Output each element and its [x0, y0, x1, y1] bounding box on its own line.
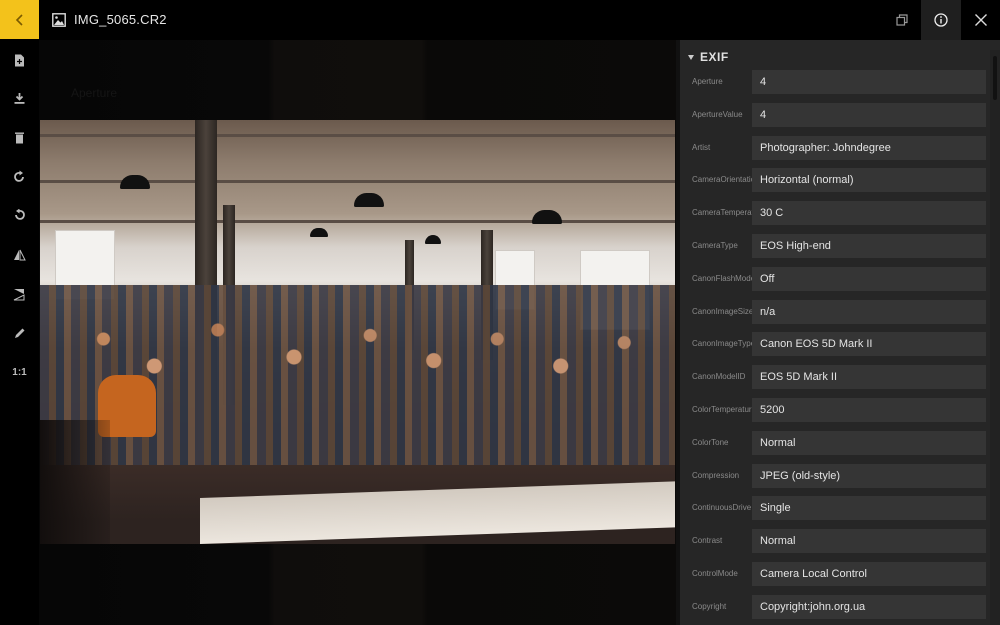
edit-button[interactable] [0, 318, 39, 348]
exif-key: CanonImageType [692, 339, 752, 349]
exif-row: Copyright [680, 594, 990, 625]
exif-value-field[interactable] [752, 430, 986, 455]
exif-value-field[interactable] [752, 135, 986, 160]
exif-key: ContinuousDrive [692, 503, 752, 513]
ceiling-lamp [532, 210, 562, 224]
exif-row: ControlMode [680, 561, 990, 595]
ceiling-beam [40, 220, 675, 223]
exif-key: Contrast [692, 536, 723, 546]
exif-value-field[interactable] [752, 365, 986, 390]
one-to-one-icon: 1:1 [12, 366, 27, 378]
delete-button[interactable] [0, 122, 39, 152]
rotate-ccw-icon [15, 208, 25, 220]
exif-key: Artist [692, 142, 711, 152]
image-icon [52, 13, 66, 27]
exif-key: ColorTone [692, 437, 729, 447]
exif-value-field[interactable] [752, 529, 986, 554]
exif-value-field[interactable] [752, 561, 986, 586]
exif-row: Compression [680, 463, 990, 497]
ceiling-lamp [354, 193, 384, 207]
ceiling-beam [40, 134, 675, 137]
exif-row: ColorTone [680, 430, 990, 464]
actual-size-button[interactable]: 1:1 [0, 357, 39, 387]
exif-key: ApertureValue [692, 109, 743, 119]
trash-icon [15, 132, 24, 143]
file-add-icon [15, 54, 24, 66]
exif-value-field[interactable] [752, 266, 986, 291]
close-button[interactable] [961, 0, 1000, 40]
exif-value-field[interactable] [752, 463, 986, 488]
rotate-cw-icon [14, 170, 24, 182]
exif-value-field[interactable] [752, 299, 986, 324]
file-title: IMG_5065.CR2 [74, 12, 167, 27]
ceiling-lamp [310, 228, 328, 237]
exif-key: ColorTemperature [692, 404, 752, 414]
exif-value-field[interactable] [752, 332, 986, 357]
exif-value-field[interactable] [752, 594, 986, 619]
scroll-thumb[interactable] [993, 56, 997, 100]
exif-value-field[interactable] [752, 233, 986, 258]
exif-row: Aperture [680, 70, 990, 103]
exif-key: Aperture [692, 77, 723, 86]
tool-sidebar: 1:1 [0, 40, 39, 625]
restore-window-button[interactable] [882, 0, 922, 40]
flip-horizontal-button[interactable] [0, 279, 39, 309]
exif-row: ContinuousDrive [680, 496, 990, 529]
restore-window-icon [896, 14, 908, 26]
exif-row: ApertureValue [680, 102, 990, 136]
pencil-icon [15, 328, 25, 338]
exif-row: CanonImageSize [680, 299, 990, 333]
download-icon [14, 92, 25, 104]
ceiling-lamp [425, 235, 441, 244]
close-icon [975, 14, 987, 26]
info-panel: EXIF Aperture ApertureValue Artist CameraOr… [676, 40, 1000, 625]
exif-row: ColorTemperature [680, 397, 990, 431]
exif-row: CanonFlashMode [680, 266, 990, 300]
rotate-right-button[interactable] [0, 161, 39, 191]
new-file-button[interactable] [0, 45, 39, 75]
background-hint: Aperture [71, 86, 118, 100]
foreground-shadow [40, 420, 110, 544]
exif-value-field[interactable] [752, 168, 986, 193]
exif-key: CameraTemperature [692, 208, 752, 218]
exif-key: Copyright [692, 601, 727, 611]
exif-row: Contrast [680, 529, 990, 562]
exif-list: Aperture ApertureValue Artist CameraOrienta… [680, 70, 990, 625]
exif-row: CanonImageType [680, 332, 990, 365]
section-title: EXIF [700, 50, 729, 64]
exif-value-field[interactable] [752, 102, 986, 127]
rotate-left-button[interactable] [0, 200, 39, 230]
exif-key: CanonImageSize [692, 306, 752, 316]
exif-row: CameraType [680, 233, 990, 267]
exif-key: CanonModelID [692, 372, 746, 382]
chevron-left-icon [15, 13, 23, 26]
info-button[interactable] [921, 0, 961, 40]
ceiling-lamp [120, 175, 150, 189]
title-bar: IMG_5065.CR2 [0, 0, 1000, 40]
exif-value-field[interactable] [752, 397, 986, 422]
panel-scrollbar[interactable] [990, 50, 1000, 625]
flip-horizontal-icon [13, 288, 25, 300]
exif-value-field[interactable] [752, 70, 986, 94]
flip-vertical-button[interactable] [0, 240, 39, 270]
exif-value-field[interactable] [752, 496, 986, 521]
exif-key: CameraOrientation [692, 175, 752, 185]
info-icon [934, 13, 948, 27]
exif-key: Compression [692, 470, 740, 480]
caret-down-icon [688, 54, 694, 60]
exif-row: CameraOrientation [680, 168, 990, 201]
exif-key: ControlMode [692, 568, 738, 578]
image-viewer[interactable]: Aperture [39, 40, 676, 625]
back-button[interactable] [0, 0, 39, 39]
exif-key: CanonFlashMode [692, 273, 752, 283]
photo[interactable] [40, 120, 675, 544]
exif-row: CanonModelID [680, 365, 990, 398]
exif-section-toggle[interactable]: EXIF [688, 50, 729, 64]
download-button[interactable] [0, 83, 39, 113]
exif-value-field[interactable] [752, 201, 986, 226]
exif-row: CameraTemperature [680, 201, 990, 234]
exif-row: Artist [680, 135, 990, 169]
flip-vertical-icon [14, 249, 26, 260]
exif-key: CameraType [692, 240, 738, 250]
